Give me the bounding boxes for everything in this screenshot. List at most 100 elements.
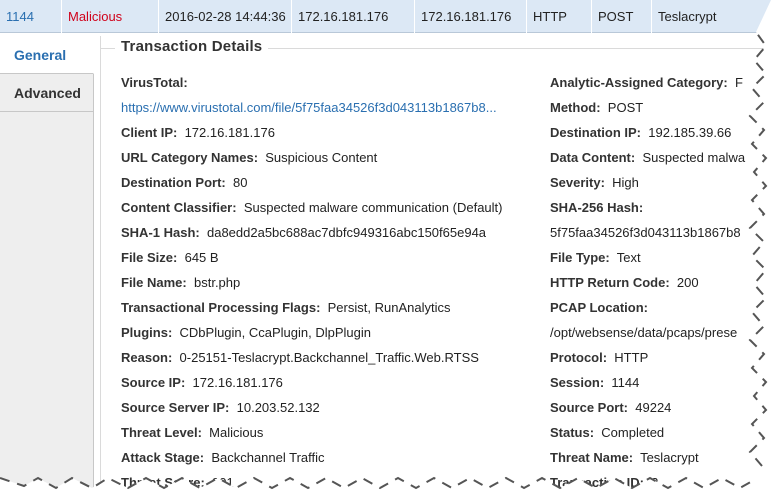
field-label: Source IP: [121, 375, 186, 390]
field-value: HTTP [614, 350, 649, 365]
field-value: Suspicious Content [265, 150, 378, 165]
field-threat-name: Threat Name: Teslacrypt [550, 445, 771, 470]
field-label: Session: [550, 375, 605, 390]
field-value: da8edd2a5bc688ac7dbfc949316abc150f65e94a [206, 225, 487, 240]
field-value: 80 [232, 175, 248, 190]
field-destination-port: Destination Port: 80 [121, 170, 541, 195]
field-value: 172.16.181.176 [192, 375, 283, 390]
field-label: Content Classifier: [121, 200, 237, 215]
row-id-cell[interactable]: 1144 [0, 0, 62, 33]
field-method: Method: POST [550, 95, 771, 120]
field-label: Status: [550, 425, 595, 440]
field-source-port: Source Port: 49224 [550, 395, 771, 420]
field-http-return-code: HTTP Return Code: 200 [550, 270, 771, 295]
field-label: Protocol: [550, 350, 608, 365]
field-label: PCAP Location: [550, 300, 648, 315]
field-value: Text [616, 250, 641, 265]
field-label: File Size: [121, 250, 178, 265]
field-label: Attack Stage: [121, 450, 205, 465]
field-label: Source Server IP: [121, 400, 230, 415]
field-value: 5f75faa34526f3d043113b1867b8 [550, 225, 741, 240]
field-severity: Severity: High [550, 170, 771, 195]
field-label: Client IP: [121, 125, 178, 140]
field-label: SHA-256 Hash: [550, 200, 644, 215]
field-value: Persist, RunAnalytics [327, 300, 451, 315]
row-source-ip-cell: 172.16.181.176 [292, 0, 415, 33]
field-source-server-ip: Source Server IP: 10.203.52.132 [121, 395, 541, 420]
field-sha1-hash: SHA-1 Hash: da8edd2a5bc688ac7dbfc949316a… [121, 220, 541, 245]
transaction-summary-row[interactable]: 1144 Malicious 2016-02-28 14:44:36 172.1… [0, 0, 771, 33]
field-source-ip: Source IP: 172.16.181.176 [121, 370, 541, 395]
field-transaction-id: Transaction ID: 2 [550, 470, 771, 494]
field-threat-level: Threat Level: Malicious [121, 420, 541, 445]
field-label: Method: [550, 100, 601, 115]
field-protocol: Protocol: HTTP [550, 345, 771, 370]
detail-tabs: General Advanced [0, 36, 94, 494]
field-plugins: Plugins: CDbPlugin, CcaPlugin, DlpPlugin [121, 320, 541, 345]
transaction-details-panel: Transaction Details VirusTotal: https://… [100, 36, 771, 494]
field-label: File Type: [550, 250, 610, 265]
details-left-column: VirusTotal: https://www.virustotal.com/f… [121, 70, 541, 494]
field-label: Transactional Processing Flags: [121, 300, 321, 315]
field-value: 645 B [184, 250, 219, 265]
field-value: /opt/websense/data/pcaps/prese [550, 325, 738, 340]
field-label: HTTP Return Code: [550, 275, 670, 290]
field-value: CDbPlugin, CcaPlugin, DlpPlugin [179, 325, 372, 340]
field-virustotal-link-row: https://www.virustotal.com/file/5f75faa3… [121, 95, 541, 120]
field-label: Severity: [550, 175, 605, 190]
field-value: Malicious [209, 425, 264, 440]
field-value: Teslacrypt [640, 450, 699, 465]
row-client-ip-cell: 172.16.181.176 [415, 0, 527, 33]
field-label: Threat Name: [550, 450, 634, 465]
field-label: Destination IP: [550, 125, 642, 140]
field-file-name: File Name: bstr.php [121, 270, 541, 295]
field-value: bstr.php [193, 275, 241, 290]
field-value: 10.203.52.132 [236, 400, 320, 415]
field-label: Data Content: [550, 150, 636, 165]
section-title: Transaction Details [115, 38, 269, 55]
tab-general[interactable]: General [0, 36, 94, 74]
field-analytic-category: Analytic-Assigned Category: F [550, 70, 771, 95]
field-value: Completed [601, 425, 665, 440]
field-pcap-location: PCAP Location: [550, 295, 771, 320]
field-value: 1144 [611, 375, 640, 390]
field-status: Status: Completed [550, 420, 771, 445]
field-threat-score: Threat Score: 901 [121, 470, 541, 494]
row-method-cell: POST [592, 0, 652, 33]
field-value: 0-25151-Teslacrypt.Backchannel_Traffic.W… [179, 350, 479, 365]
field-value: F [734, 75, 743, 90]
field-pcap-path-row: /opt/websense/data/pcaps/prese [550, 320, 771, 345]
field-virustotal: VirusTotal: [121, 70, 541, 95]
tab-advanced[interactable]: Advanced [0, 74, 93, 112]
field-sha256-value-row: 5f75faa34526f3d043113b1867b8 [550, 220, 771, 245]
field-reason: Reason: 0-25151-Teslacrypt.Backchannel_T… [121, 345, 541, 370]
field-label: Reason: [121, 350, 173, 365]
field-label: URL Category Names: [121, 150, 259, 165]
row-threat-name-cell: Teslacrypt [658, 8, 717, 24]
field-data-content: Data Content: Suspected malwa [550, 145, 771, 170]
field-label: Source Port: [550, 400, 629, 415]
details-right-column: Analytic-Assigned Category: F Method: PO… [550, 70, 771, 494]
field-label: VirusTotal: [121, 75, 188, 90]
field-label: Destination Port: [121, 175, 226, 190]
field-value: High [612, 175, 639, 190]
field-label: SHA-1 Hash: [121, 225, 200, 240]
field-value: POST [607, 100, 644, 115]
field-value: Suspected malware communication (Default… [243, 200, 503, 215]
field-label: Analytic-Assigned Category: [550, 75, 728, 90]
virustotal-link[interactable]: https://www.virustotal.com/file/5f75faa3… [121, 100, 497, 115]
field-label: File Name: [121, 275, 187, 290]
field-processing-flags: Transactional Processing Flags: Persist,… [121, 295, 541, 320]
field-url-category: URL Category Names: Suspicious Content [121, 145, 541, 170]
field-value: 49224 [635, 400, 672, 415]
field-content-classifier: Content Classifier: Suspected malware co… [121, 195, 541, 220]
tabs-filler [0, 112, 93, 492]
field-value: 172.16.181.176 [184, 125, 275, 140]
row-timestamp-cell: 2016-02-28 14:44:36 [159, 0, 292, 33]
field-destination-ip: Destination IP: 192.185.39.66 [550, 120, 771, 145]
field-session: Session: 1144 [550, 370, 771, 395]
field-label: Transaction ID: [550, 475, 644, 490]
field-value: 192.185.39.66 [648, 125, 732, 140]
field-value: 901 [212, 475, 234, 490]
row-threat-level-cell: Malicious [62, 0, 159, 33]
